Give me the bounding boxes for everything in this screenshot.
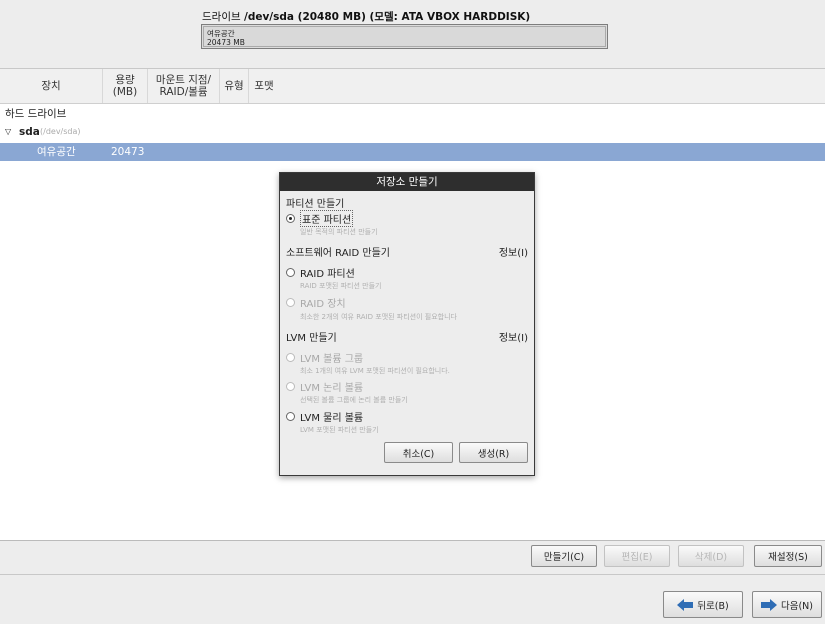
section-create-partition: 파티션 만들기 [286,199,345,210]
radio-selected-icon[interactable] [286,214,295,223]
radio-lvm-logical-volume[interactable]: LVM 논리 볼륨 [286,379,363,394]
drive-summary: 드라이브 /dev/sda (20480 MB) (모델: ATA VBOX H… [0,0,825,69]
lvm-physical-volume-label: LVM 물리 볼륨 [300,413,364,424]
section-software-raid: 소프트웨어 RAID 만들기 [286,248,390,259]
create-storage-dialog: 저장소 만들기 파티션 만들기 표준 파티션 일반 목적의 파티션 만들기 소프… [279,172,535,476]
radio-lvm-volume-group[interactable]: LVM 볼륨 그룹 [286,350,363,365]
table-row-free-space[interactable]: 여유공간 20473 [0,143,825,161]
col-device-header[interactable]: 장치 [0,69,103,103]
create-button[interactable]: 만들기(C) [531,545,597,567]
next-button[interactable]: 다음(N) [752,591,822,618]
back-button[interactable]: 뒤로(B) [663,591,743,618]
bottom-divider [0,574,825,575]
col-mount-header[interactable]: 마운트 지점/ RAID/볼륨 [148,69,220,103]
device-name: sda [19,126,40,138]
free-space-size-cell: 20473 [111,146,145,158]
col-format-header[interactable]: 포맷 [249,69,279,103]
expander-icon[interactable]: ▽ [5,123,11,141]
radio-disabled-icon[interactable] [286,353,295,362]
dialog-create-button[interactable]: 생성(R) [459,442,528,463]
drive-title-prefix: 드라이브 [202,11,241,23]
reset-button[interactable]: 재설정(S) [754,545,822,567]
device-path: (/dev/sda) [40,127,81,136]
free-space-label: 여유공간 [207,29,235,38]
col-size-header[interactable]: 용량 (MB) [103,69,148,103]
raid-partition-label: RAID 파티션 [300,269,355,280]
radio-disabled-icon[interactable] [286,298,295,307]
back-arrow-icon [677,598,694,611]
dialog-cancel-button[interactable]: 취소(C) [384,442,453,463]
table-row-hard-drives[interactable]: 하드 드라이브 [0,105,825,123]
lvm-physical-volume-hint: LVM 포맷된 파티션 만들기 [300,426,379,434]
lvm-logical-volume-label: LVM 논리 볼륨 [300,383,364,394]
raid-device-label: RAID 장치 [300,299,346,310]
free-space-segment: 여유공간 20473 MB [203,26,606,47]
radio-lvm-physical-volume[interactable]: LVM 물리 볼륨 [286,409,363,424]
edit-button[interactable]: 편집(E) [604,545,670,567]
standard-partition-label: 표준 파티션 [300,210,354,227]
lvm-logical-volume-hint: 선택된 볼륨 그룹에 논리 볼륨 만들기 [300,396,408,404]
radio-standard-partition[interactable]: 표준 파티션 [286,210,354,227]
back-label: 뒤로(B) [697,600,729,612]
raid-partition-hint: RAID 포맷된 파티션 만들기 [300,282,382,290]
free-space-cell: 여유공간 [37,146,76,158]
raid-device-hint: 최소한 2개의 여유 RAID 포맷된 파티션이 필요합니다 [300,313,457,321]
table-header: 장치 용량 (MB) 마운트 지점/ RAID/볼륨 유형 포맷 [0,69,825,104]
group-label: 하드 드라이브 [5,108,67,120]
radio-raid-partition[interactable]: RAID 파티션 [286,265,355,280]
lvm-volume-group-hint: 최소 1개의 여유 LVM 포맷된 파티션이 필요합니다. [300,367,450,375]
drive-usage-bar: 여유공간 20473 MB [201,24,608,49]
radio-unselected-icon[interactable] [286,268,295,277]
dialog-title: 저장소 만들기 [280,173,534,191]
radio-unselected-icon[interactable] [286,412,295,421]
radio-raid-device[interactable]: RAID 장치 [286,295,346,310]
lvm-info-button[interactable]: 정보(I) [499,329,528,344]
drive-title: 드라이브 /dev/sda (20480 MB) (모델: ATA VBOX H… [202,9,530,24]
delete-button[interactable]: 삭제(D) [678,545,744,567]
section-lvm: LVM 만들기 [286,333,337,344]
next-arrow-icon [761,598,777,611]
lvm-volume-group-label: LVM 볼륨 그룹 [300,354,364,365]
drive-title-main: /dev/sda (20480 MB) (모델: ATA VBOX HARDDI… [243,11,531,23]
free-space-size: 20473 MB [207,38,245,47]
raid-info-button[interactable]: 정보(I) [499,244,528,259]
radio-disabled-icon[interactable] [286,382,295,391]
col-type-header[interactable]: 유형 [220,69,249,103]
standard-partition-hint: 일반 목적의 파티션 만들기 [300,228,378,236]
next-label: 다음(N) [781,600,813,612]
table-row-sda[interactable]: ▽ sda (/dev/sda) [0,123,825,141]
